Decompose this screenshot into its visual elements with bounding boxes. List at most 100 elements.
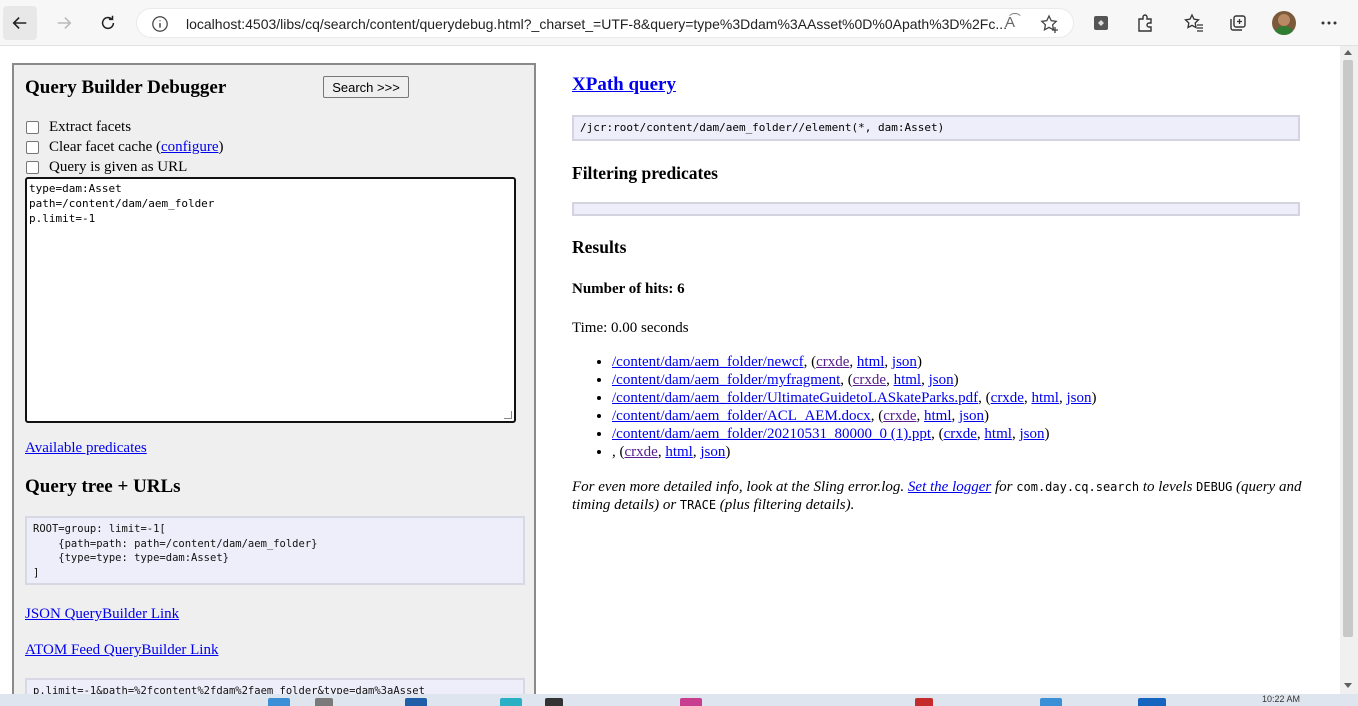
- crxde-link[interactable]: crxde: [816, 354, 849, 370]
- app-square-icon: [1094, 16, 1108, 30]
- taskbar-app-icon[interactable]: [545, 698, 563, 706]
- extensions-button[interactable]: [1134, 12, 1156, 34]
- separator: ): [953, 372, 959, 388]
- html-link[interactable]: html: [1031, 390, 1059, 406]
- extract-facets-checkbox[interactable]: [26, 121, 39, 134]
- query-as-url-checkbox[interactable]: [26, 161, 39, 174]
- clear-facet-cache-label-end: ): [218, 139, 224, 155]
- scroll-up-arrow-icon[interactable]: [1344, 50, 1352, 55]
- json-link[interactable]: json: [929, 372, 954, 388]
- address-bar[interactable]: localhost:4503/libs/cq/search/content/qu…: [136, 8, 1074, 38]
- json-link[interactable]: json: [1066, 390, 1091, 406]
- json-link[interactable]: json: [959, 408, 984, 424]
- json-link[interactable]: json: [892, 354, 917, 370]
- extract-facets-option[interactable]: Extract facets: [26, 119, 131, 136]
- page-title: Query Builder Debugger: [25, 77, 227, 98]
- json-querybuilder-link[interactable]: JSON QueryBuilder Link: [25, 606, 179, 623]
- result-path-link[interactable]: /content/dam/aem_folder/newcf: [612, 354, 804, 370]
- result-path-link[interactable]: /content/dam/aem_folder/ACL_AEM.docx: [612, 408, 871, 424]
- back-arrow-icon: [12, 17, 27, 29]
- available-predicates-link[interactable]: Available predicates: [25, 440, 147, 457]
- settings-menu-button[interactable]: [1318, 12, 1340, 34]
- crxde-link[interactable]: crxde: [991, 390, 1024, 406]
- query-tree-heading: Query tree + URLs: [25, 476, 181, 497]
- result-path-link[interactable]: /content/dam/aem_folder/UltimateGuidetoL…: [612, 390, 978, 406]
- vertical-scrollbar[interactable]: [1340, 46, 1358, 694]
- puzzle-icon: [1138, 14, 1152, 32]
- html-link[interactable]: html: [857, 354, 885, 370]
- extract-facets-label: Extract facets: [49, 119, 132, 135]
- favorites-star-icon: [1184, 13, 1203, 32]
- filtering-predicates-box: [572, 202, 1300, 216]
- query-as-url-option[interactable]: Query is given as URL: [26, 159, 187, 176]
- crxde-link[interactable]: crxde: [944, 426, 977, 442]
- add-favorite-icon[interactable]: [1040, 14, 1060, 34]
- html-link[interactable]: html: [665, 444, 693, 460]
- html-link[interactable]: html: [894, 372, 922, 388]
- results-list: /content/dam/aem_folder/newcf, (crxde, h…: [612, 353, 1097, 461]
- site-info-icon[interactable]: [151, 15, 169, 33]
- separator: , (: [978, 390, 991, 406]
- xpath-query-link[interactable]: XPath query: [572, 74, 676, 96]
- search-button[interactable]: Search >>>: [323, 76, 409, 98]
- separator: ,: [884, 354, 892, 370]
- reload-button[interactable]: [91, 6, 125, 40]
- resize-grip-icon[interactable]: [504, 411, 512, 419]
- taskbar-app-icon[interactable]: [268, 698, 290, 706]
- atom-feed-querybuilder-link[interactable]: ATOM Feed QueryBuilder Link: [25, 642, 218, 659]
- favorites-button[interactable]: [1183, 12, 1205, 34]
- separator: ,: [951, 408, 960, 424]
- taskbar-edge-icon[interactable]: [500, 698, 522, 706]
- query-text[interactable]: type=dam:Asset path=/content/dam/aem_fol…: [29, 182, 214, 225]
- separator: ): [725, 444, 731, 460]
- scrollbar-thumb[interactable]: [1343, 60, 1353, 637]
- result-path-link[interactable]: /content/dam/aem_folder/myfragment: [612, 372, 840, 388]
- profile-avatar[interactable]: [1272, 11, 1296, 35]
- taskbar-search-icon[interactable]: [315, 698, 333, 706]
- crxde-link[interactable]: crxde: [625, 444, 658, 460]
- taskbar-app-icon[interactable]: [1138, 698, 1166, 706]
- taskbar-app-icon[interactable]: [915, 698, 933, 706]
- note-text: (plus filtering details).: [716, 497, 855, 513]
- results-heading: Results: [572, 237, 627, 257]
- logger-category: com.day.cq.search: [1016, 480, 1140, 494]
- collections-icon: [1230, 15, 1246, 31]
- set-logger-link[interactable]: Set the logger: [908, 479, 991, 495]
- separator: ,: [886, 372, 894, 388]
- collections-button[interactable]: [1227, 12, 1249, 34]
- back-button[interactable]: [3, 6, 37, 40]
- crxde-link[interactable]: crxde: [883, 408, 916, 424]
- separator: ): [1044, 426, 1050, 442]
- trace-level: TRACE: [679, 498, 717, 512]
- query-textarea[interactable]: type=dam:Asset path=/content/dam/aem_fol…: [25, 177, 516, 423]
- scroll-down-arrow-icon[interactable]: [1344, 683, 1352, 688]
- url-text[interactable]: localhost:4503/libs/cq/search/content/qu…: [186, 16, 1006, 32]
- configure-link[interactable]: configure: [161, 139, 218, 156]
- taskbar-app-icon[interactable]: [1040, 698, 1062, 706]
- separator: , (: [612, 444, 625, 460]
- query-time: Time: 0.00 seconds: [572, 320, 689, 336]
- json-link[interactable]: json: [1019, 426, 1044, 442]
- more-dots-icon: [1321, 21, 1337, 25]
- query-as-url-label: Query is given as URL: [49, 159, 188, 175]
- separator: , (: [840, 372, 853, 388]
- html-link[interactable]: html: [984, 426, 1012, 442]
- json-link[interactable]: json: [700, 444, 725, 460]
- result-path-link[interactable]: /content/dam/aem_folder/20210531_80000_0…: [612, 426, 931, 442]
- debug-level: DEBUG: [1196, 480, 1233, 494]
- clear-facet-cache-checkbox[interactable]: [26, 141, 39, 154]
- html-link[interactable]: html: [924, 408, 952, 424]
- list-item: /content/dam/aem_folder/ACL_AEM.docx, (c…: [612, 407, 1097, 425]
- separator: ,: [849, 354, 857, 370]
- os-taskbar: 10:22 AM: [0, 694, 1358, 706]
- list-item: /content/dam/aem_folder/myfragment, (crx…: [612, 371, 1097, 389]
- crxde-link[interactable]: crxde: [853, 372, 886, 388]
- taskbar-app-icon[interactable]: [680, 698, 702, 706]
- extension-app-icon[interactable]: [1090, 12, 1112, 34]
- clear-facet-cache-option[interactable]: Clear facet cache (configure): [26, 139, 223, 156]
- read-aloud-icon[interactable]: A͡: [1005, 14, 1015, 31]
- forward-button[interactable]: [47, 6, 81, 40]
- xpath-query-box: /jcr:root/content/dam/aem_folder//elemen…: [572, 115, 1300, 141]
- taskbar-app-icon[interactable]: [405, 698, 427, 706]
- list-item: /content/dam/aem_folder/newcf, (crxde, h…: [612, 353, 1097, 371]
